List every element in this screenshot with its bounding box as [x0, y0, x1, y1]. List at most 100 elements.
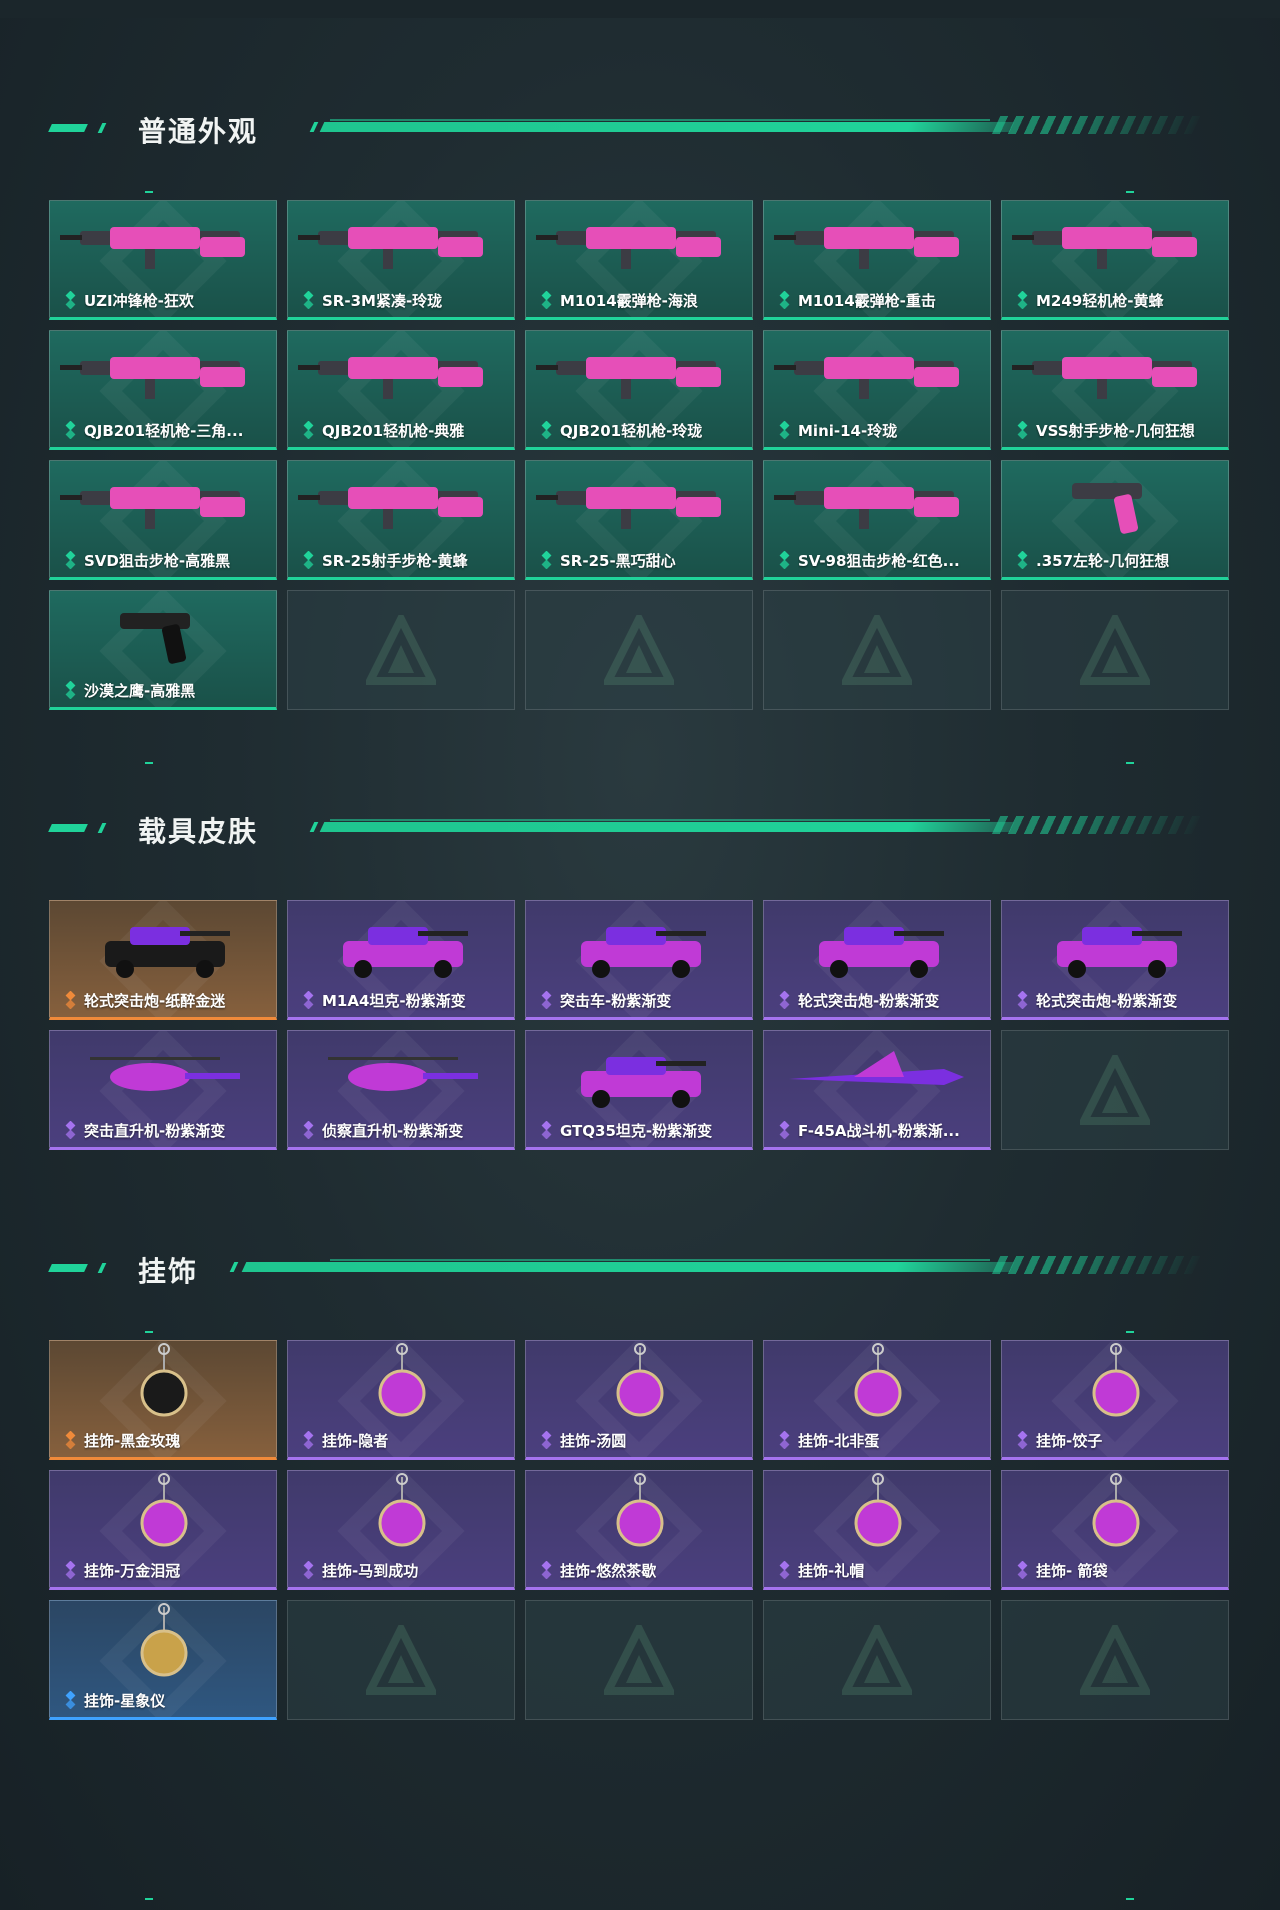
item-label: 挂饰-隐者: [322, 1432, 389, 1450]
item-card[interactable]: 挂饰-礼帽: [763, 1470, 991, 1590]
item-label: Mini-14-玲珑: [798, 422, 898, 440]
charm-icon: [288, 1471, 514, 1561]
item-card[interactable]: 沙漠之鹰-高雅黑: [49, 590, 277, 710]
armored-car-icon: [1002, 901, 1228, 991]
item-card[interactable]: 挂饰-万金泪冠: [49, 1470, 277, 1590]
top-bar: [0, 0, 1280, 18]
item-card[interactable]: QJB201轻机枪-三角...: [49, 330, 277, 450]
empty-slot: [287, 590, 515, 710]
rarity-diamond-icon: [538, 1120, 556, 1140]
rarity-diamond-icon: [62, 420, 80, 440]
item-card[interactable]: 挂饰-黑金玫瑰: [49, 1340, 277, 1460]
item-card[interactable]: UZI冲锋枪-狂欢: [49, 200, 277, 320]
section-charms: 挂饰 挂饰-黑金玫瑰 挂饰-隐者 挂饰-汤圆 挂饰-北非蛋 挂饰-饺子 挂饰-万金泪冠 挂饰…: [0, 1248, 1280, 1900]
lmg-icon: [288, 331, 514, 421]
section-title: 挂饰: [138, 1255, 199, 1288]
empty-slot: [525, 1600, 753, 1720]
item-card[interactable]: 突击车-粉紫渐变: [525, 900, 753, 1020]
item-card[interactable]: 突击直升机-粉紫渐变: [49, 1030, 277, 1150]
item-card[interactable]: SR-25-黑巧甜心: [525, 460, 753, 580]
corner-tick: [1126, 762, 1134, 764]
item-label: 轮式突击炮-纸醉金迷: [84, 992, 226, 1010]
item-card[interactable]: SV-98狙击步枪-红色...: [763, 460, 991, 580]
empty-slot: [287, 1600, 515, 1720]
item-card[interactable]: 轮式突击炮-纸醉金迷: [49, 900, 277, 1020]
item-card[interactable]: Mini-14-玲珑: [763, 330, 991, 450]
item-label: 挂饰-北非蛋: [798, 1432, 880, 1450]
rarity-diamond-icon: [62, 990, 80, 1010]
rarity-diamond-icon: [62, 1560, 80, 1580]
header-line: [330, 119, 990, 121]
item-card[interactable]: .357左轮-几何狂想: [1001, 460, 1229, 580]
item-label: 挂饰-万金泪冠: [84, 1562, 181, 1580]
corner-tick: [145, 191, 153, 193]
item-card[interactable]: 挂饰- 箭袋: [1001, 1470, 1229, 1590]
logo-watermark-icon: [1077, 1620, 1153, 1695]
item-label: 侦察直升机-粉紫渐变: [322, 1122, 464, 1140]
sniper-icon: [50, 461, 276, 551]
armored-car-icon: [50, 901, 276, 991]
header-bar: [241, 1262, 1015, 1272]
item-card[interactable]: M1014霰弹枪-重击: [763, 200, 991, 320]
item-card[interactable]: SR-25射手步枪-黄蜂: [287, 460, 515, 580]
rarity-diamond-icon: [62, 290, 80, 310]
corner-tick: [1126, 191, 1134, 193]
header-checker-pattern: [991, 116, 1207, 134]
helicopter-icon: [288, 1031, 514, 1121]
item-card[interactable]: M1014霰弹枪-海浪: [525, 200, 753, 320]
item-card[interactable]: 轮式突击炮-粉紫渐变: [1001, 900, 1229, 1020]
empty-slot: [1001, 1600, 1229, 1720]
charm-icon: [50, 1341, 276, 1431]
item-card[interactable]: 挂饰-星象仪: [49, 1600, 277, 1720]
charm-icon: [764, 1471, 990, 1561]
charm-icon: [764, 1341, 990, 1431]
rarity-diamond-icon: [776, 550, 794, 570]
logo-watermark-icon: [1077, 1050, 1153, 1125]
item-label: 轮式突击炮-粉紫渐变: [1036, 992, 1178, 1010]
rarity-diamond-icon: [1014, 990, 1032, 1010]
section-vehicle-skins: 载具皮肤 轮式突击炮-纸醉金迷 M1A4坦克-粉紫渐变 突击车-粉紫渐变 轮式突击炮-…: [0, 808, 1280, 1208]
pistol-icon: [50, 591, 276, 681]
shotgun-icon: [764, 201, 990, 291]
item-card[interactable]: QJB201轻机枪-典雅: [287, 330, 515, 450]
item-card[interactable]: 挂饰-汤圆: [525, 1340, 753, 1460]
helicopter-icon: [50, 1031, 276, 1121]
charm-icon: [526, 1471, 752, 1561]
item-card[interactable]: F-45A战斗机-粉紫渐...: [763, 1030, 991, 1150]
item-card[interactable]: 挂饰-马到成功: [287, 1470, 515, 1590]
rarity-diamond-icon: [1014, 1560, 1032, 1580]
header-bar: [319, 822, 1015, 832]
item-card[interactable]: SR-3M紧凑-玲珑: [287, 200, 515, 320]
jet-icon: [764, 1031, 990, 1121]
item-card[interactable]: SVD狙击步枪-高雅黑: [49, 460, 277, 580]
rarity-diamond-icon: [62, 1120, 80, 1140]
item-card[interactable]: GTQ35坦克-粉紫渐变: [525, 1030, 753, 1150]
rarity-diamond-icon: [62, 1430, 80, 1450]
section-header: 挂饰: [0, 1248, 1280, 1288]
header-accent: [309, 822, 319, 832]
item-card[interactable]: 挂饰-北非蛋: [763, 1340, 991, 1460]
item-card[interactable]: 侦察直升机-粉紫渐变: [287, 1030, 515, 1150]
rarity-diamond-icon: [1014, 550, 1032, 570]
item-card[interactable]: 挂饰-悠然茶歇: [525, 1470, 753, 1590]
rarity-diamond-icon: [776, 420, 794, 440]
item-card[interactable]: QJB201轻机枪-玲珑: [525, 330, 753, 450]
rarity-diamond-icon: [538, 420, 556, 440]
corner-tick: [1126, 1898, 1134, 1900]
item-label: 挂饰-黑金玫瑰: [84, 1432, 181, 1450]
item-card[interactable]: M249轻机枪-黄蜂: [1001, 200, 1229, 320]
item-card[interactable]: 轮式突击炮-粉紫渐变: [763, 900, 991, 1020]
item-card[interactable]: 挂饰-隐者: [287, 1340, 515, 1460]
item-card[interactable]: VSS射手步枪-几何狂想: [1001, 330, 1229, 450]
item-label: 突击车-粉紫渐变: [560, 992, 672, 1010]
item-label: QJB201轻机枪-典雅: [322, 422, 465, 440]
corner-tick: [145, 1331, 153, 1333]
charm-icon: [50, 1471, 276, 1561]
charm-icon: [288, 1341, 514, 1431]
item-card[interactable]: 挂饰-饺子: [1001, 1340, 1229, 1460]
charm-icon: [526, 1341, 752, 1431]
assault-vehicle-icon: [526, 901, 752, 991]
header-accent: [97, 123, 107, 133]
item-card[interactable]: M1A4坦克-粉紫渐变: [287, 900, 515, 1020]
rarity-diamond-icon: [538, 1430, 556, 1450]
